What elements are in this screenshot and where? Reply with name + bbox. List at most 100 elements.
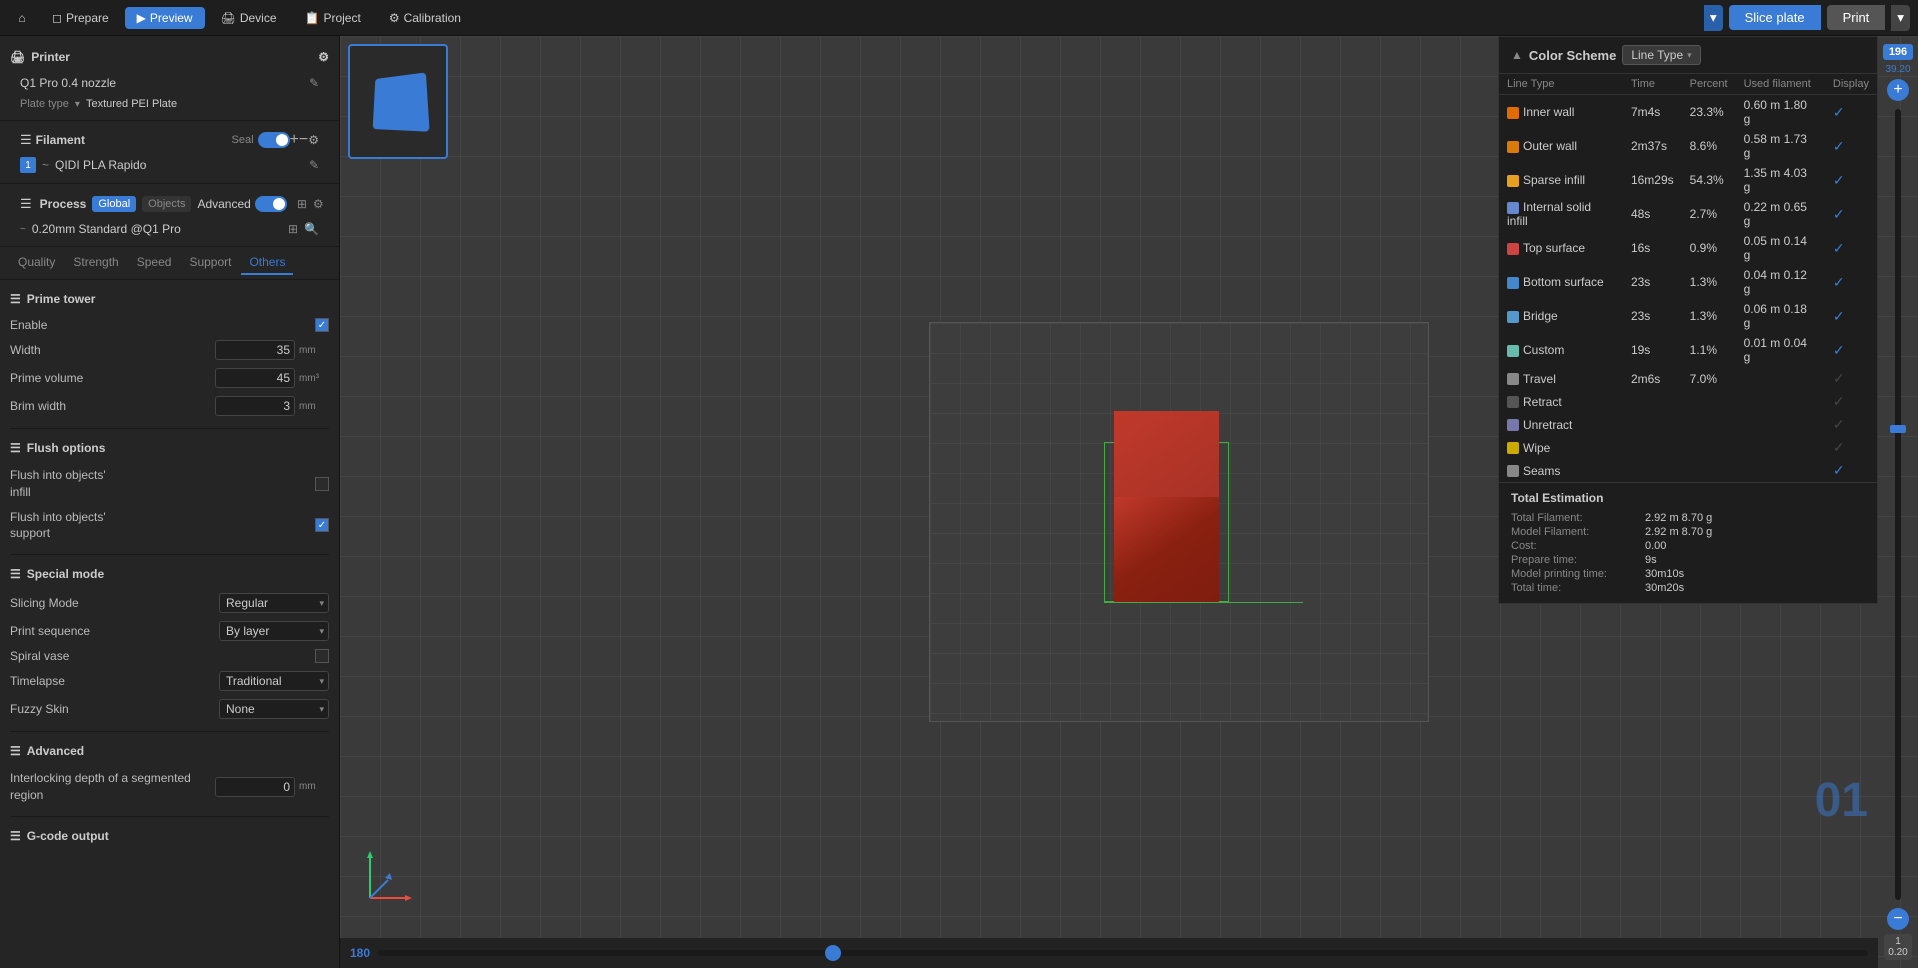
row-display-2[interactable]: ✓	[1825, 163, 1877, 197]
slice-plate-button[interactable]: Slice plate	[1729, 5, 1821, 30]
plate-type-value: Textured PEI Plate	[86, 98, 177, 110]
row-time-10	[1623, 413, 1682, 436]
tab-quality[interactable]: Quality	[10, 251, 63, 275]
filament-number: 1	[20, 157, 36, 173]
total-estimation: Total Estimation Total Filament:2.92 m 8…	[1499, 482, 1877, 603]
bottom-slider-thumb[interactable]	[825, 945, 841, 961]
filament-remove-button[interactable]: −	[299, 131, 308, 149]
color-panel-collapse-icon[interactable]: ▲	[1511, 48, 1523, 62]
filament-label: Filament	[36, 133, 85, 147]
print-button[interactable]: Print	[1827, 5, 1886, 30]
brim-width-unit: mm	[299, 401, 329, 412]
flush-options-title: ☰ Flush options	[10, 437, 329, 463]
calibration-icon: ⚙	[389, 11, 400, 25]
line-type-dropdown[interactable]: Line Type ▾	[1622, 45, 1700, 65]
flush-support-checkbox[interactable]: ✓	[315, 518, 329, 532]
tab-calibration[interactable]: ⚙ Calibration	[377, 7, 473, 29]
printer-actions: ✎	[309, 76, 319, 90]
filament-item-edit-icon[interactable]: ✎	[309, 158, 319, 172]
filament-add-button[interactable]: +	[290, 131, 299, 149]
spiral-vase-checkbox[interactable]	[315, 649, 329, 663]
seal-toggle-row: Seal	[232, 132, 290, 148]
process-label: Process	[40, 197, 87, 211]
color-dot-7	[1507, 345, 1519, 357]
tab-preview[interactable]: ▶ Preview	[125, 7, 205, 29]
profile-copy-icon[interactable]: ⊞	[288, 222, 298, 236]
color-table-body: Inner wall 7m4s 23.3% 0.60 m 1.80 g ✓ Ou…	[1499, 95, 1877, 483]
interlocking-input[interactable]	[215, 777, 295, 797]
color-dot-8	[1507, 373, 1519, 385]
tab-speed[interactable]: Speed	[129, 251, 180, 275]
filament-gear-icon[interactable]: ⚙	[308, 133, 319, 147]
row-display-0[interactable]: ✓	[1825, 95, 1877, 130]
estimation-rows: Total Filament:2.92 m 8.70 gModel Filame…	[1511, 511, 1865, 595]
slicing-mode-dropdown[interactable]: Regular ▾	[219, 593, 329, 613]
tab-project[interactable]: 📋 Project	[293, 7, 373, 29]
filament-section: ☰ Filament Seal + − ⚙ 1 ~ QIDI PLA Rapid…	[0, 121, 339, 184]
profile-search-icon[interactable]: 🔍	[304, 222, 319, 236]
flush-infill-checkbox[interactable]	[315, 477, 329, 491]
tab-prepare[interactable]: ◻ Prepare	[40, 7, 121, 29]
process-settings-icon[interactable]: ⚙	[313, 197, 324, 211]
layer-plus-button[interactable]: +	[1887, 79, 1909, 101]
layer-slider-thumb[interactable]	[1890, 425, 1906, 433]
width-unit: mm	[299, 345, 329, 356]
row-display-11[interactable]: ✓	[1825, 436, 1877, 459]
row-display-8[interactable]: ✓	[1825, 367, 1877, 390]
print-sequence-dropdown[interactable]: By layer ▾	[219, 621, 329, 641]
thumb-cube	[372, 72, 429, 131]
row-time-4: 16s	[1623, 231, 1682, 265]
home-button[interactable]: ⌂	[8, 4, 36, 32]
prime-volume-label: Prime volume	[10, 371, 211, 385]
row-display-5[interactable]: ✓	[1825, 265, 1877, 299]
prime-volume-input[interactable]	[215, 368, 295, 388]
seal-toggle-thumb	[276, 134, 288, 146]
row-display-7[interactable]: ✓	[1825, 333, 1877, 367]
row-percent-9	[1682, 390, 1736, 413]
advanced-label: Advanced	[197, 197, 250, 211]
printer-gear-icon[interactable]: ⚙	[318, 46, 329, 68]
line-type-chevron: ▾	[1687, 50, 1692, 61]
row-time-0: 7m4s	[1623, 95, 1682, 130]
width-input[interactable]	[215, 340, 295, 360]
tab-device[interactable]: 🖨 Device	[209, 7, 289, 29]
slice-dropdown-arrow[interactable]: ▾	[1704, 5, 1723, 31]
row-display-6[interactable]: ✓	[1825, 299, 1877, 333]
layer-minus-button[interactable]: −	[1887, 908, 1909, 930]
tab-strength[interactable]: Strength	[65, 251, 126, 275]
est-label-4: Model printing time:	[1511, 568, 1641, 580]
color-table-head: Line Type Time Percent Used filament Dis…	[1499, 74, 1877, 95]
printer-edit-icon[interactable]: ✎	[309, 76, 319, 90]
row-display-3[interactable]: ✓	[1825, 197, 1877, 231]
color-dot-5	[1507, 277, 1519, 289]
row-display-10[interactable]: ✓	[1825, 413, 1877, 436]
enable-checkbox[interactable]: ✓	[315, 318, 329, 332]
layer-slider-track[interactable]	[1895, 109, 1901, 900]
plate-type-label: Plate type	[20, 98, 69, 110]
global-tag[interactable]: Global	[92, 196, 136, 212]
interlocking-row: Interlocking depth of a segmented region…	[10, 766, 329, 808]
process-copy-icon[interactable]: ⊞	[297, 197, 307, 211]
row-filament-0: 0.60 m 1.80 g	[1736, 95, 1825, 130]
timelapse-dropdown[interactable]: Traditional ▾	[219, 671, 329, 691]
color-dot-6	[1507, 311, 1519, 323]
bottom-slider-track[interactable]	[378, 950, 1868, 956]
timelapse-chevron: ▾	[319, 676, 324, 687]
tab-others[interactable]: Others	[241, 251, 293, 275]
estimation-row-1: Model Filament:2.92 m 8.70 g	[1511, 525, 1865, 539]
row-display-12[interactable]: ✓	[1825, 459, 1877, 482]
row-display-1[interactable]: ✓	[1825, 129, 1877, 163]
objects-tag[interactable]: Objects	[142, 196, 191, 212]
row-display-9[interactable]: ✓	[1825, 390, 1877, 413]
tab-support[interactable]: Support	[181, 251, 239, 275]
fuzzy-skin-dropdown[interactable]: None ▾	[219, 699, 329, 719]
seal-toggle-track[interactable]	[258, 132, 290, 148]
advanced-toggle-track[interactable]	[255, 196, 287, 212]
top-right-actions: ▾ Slice plate Print ▾	[1704, 5, 1910, 31]
model-thumbnail[interactable]	[348, 44, 448, 159]
bottom-line	[1104, 602, 1303, 603]
print-dropdown-arrow[interactable]: ▾	[1891, 5, 1910, 31]
layer-bottom-num: 1 0.20	[1884, 934, 1911, 960]
row-display-4[interactable]: ✓	[1825, 231, 1877, 265]
brim-width-input[interactable]	[215, 396, 295, 416]
